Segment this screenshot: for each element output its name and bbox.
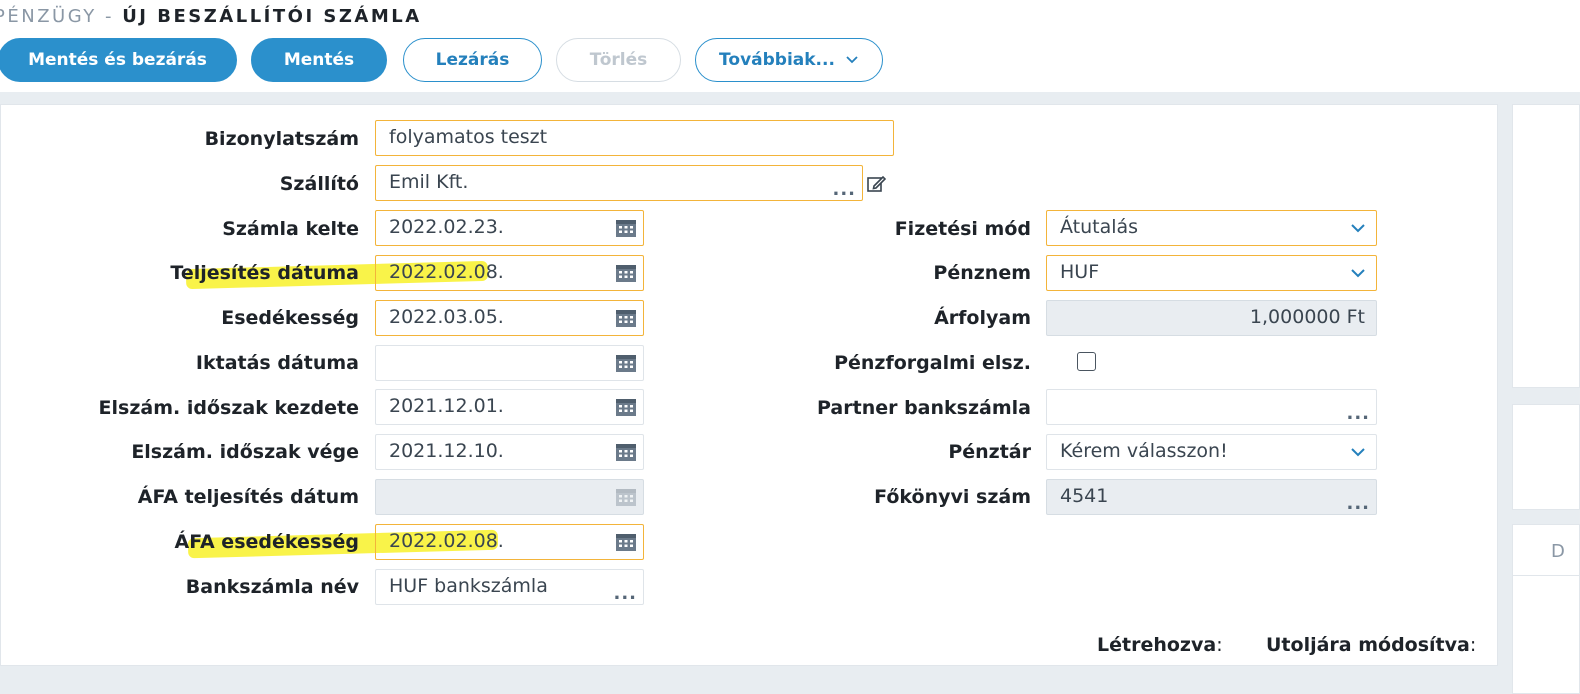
period-start-input[interactable]: 2021.12.01. (375, 389, 644, 425)
currency-select[interactable]: HUF (1046, 255, 1377, 291)
more-actions-label: Továbbiak... (719, 50, 835, 70)
period-start-value: 2021.12.01. (389, 395, 504, 417)
invoice-date-label: Számla kelte (222, 218, 359, 240)
save-and-close-label: Mentés és bezárás (28, 50, 207, 70)
save-label: Mentés (283, 50, 355, 70)
bank-account-lookup-icon[interactable]: ... (613, 585, 637, 603)
calendar-icon[interactable] (615, 353, 637, 373)
close-record-button[interactable]: Lezárás (403, 38, 542, 82)
chevron-down-icon (846, 56, 858, 64)
completion-date-value: 2022.02.08. (389, 261, 504, 283)
period-start-label: Elszám. időszak kezdete (98, 397, 359, 419)
page-title: ÚJ BESZÁLLÍTÓI SZÁMLA (122, 6, 422, 27)
completion-date-input[interactable]: 2022.02.08. (375, 255, 644, 291)
calendar-icon[interactable] (615, 397, 637, 417)
vat-due-label: ÁFA esedékesség (174, 531, 359, 553)
exchange-rate-value: 1,000000 Ft (1249, 306, 1365, 328)
cashbox-label: Pénztár (948, 441, 1031, 463)
cash-accounting-label: Pénzforgalmi elsz. (834, 352, 1031, 374)
calendar-icon[interactable] (615, 263, 637, 283)
ledger-lookup-icon[interactable]: ... (1346, 495, 1370, 513)
due-date-input[interactable]: 2022.03.05. (375, 300, 644, 336)
partner-bank-lookup-icon[interactable]: ... (1346, 405, 1370, 423)
delete-label: Törlés (589, 50, 648, 70)
payment-method-select[interactable]: Átutalás (1046, 210, 1377, 246)
ledger-number-label: Főkönyvi szám (874, 486, 1031, 508)
filing-date-label: Iktatás dátuma (195, 352, 359, 374)
cash-accounting-checkbox[interactable] (1077, 352, 1096, 371)
vat-completion-label: ÁFA teljesítés dátum (137, 486, 359, 508)
supplier-lookup-icon[interactable]: ... (832, 181, 856, 199)
chevron-down-icon (1351, 448, 1365, 457)
vat-due-input[interactable]: 2022.02.08. (375, 524, 644, 560)
bank-account-name-field[interactable]: HUF bankszámla ... (375, 569, 644, 605)
completion-date-label: Teljesítés dátuma (170, 262, 359, 284)
invoice-date-input[interactable]: 2022.02.23. (375, 210, 644, 246)
period-end-label: Elszám. időszak vége (131, 441, 359, 463)
ledger-number-field[interactable]: 4541 ... (1046, 479, 1377, 515)
due-date-value: 2022.03.05. (389, 306, 504, 328)
save-button[interactable]: Mentés (251, 38, 387, 82)
created-label: Létrehozva (1097, 634, 1217, 656)
filing-date-input[interactable] (375, 345, 644, 381)
exchange-rate-label: Árfolyam (934, 307, 1031, 329)
side-panel-divider (1513, 575, 1580, 576)
bank-account-name-value: HUF bankszámla (389, 575, 548, 597)
supplier-value: Emil Kft. (389, 171, 469, 193)
partner-bank-field[interactable]: ... (1046, 389, 1377, 425)
calendar-icon[interactable] (615, 442, 637, 462)
calendar-icon[interactable] (615, 308, 637, 328)
created-meta: Létrehozva: (1097, 634, 1223, 656)
period-end-value: 2021.12.10. (389, 440, 504, 462)
cashbox-value: Kérem válasszon! (1060, 440, 1228, 462)
doc-number-input[interactable]: folyamatos teszt (375, 120, 894, 156)
edit-supplier-icon[interactable] (866, 174, 886, 194)
bank-account-name-label: Bankszámla név (185, 576, 359, 598)
currency-value: HUF (1060, 261, 1100, 283)
chevron-down-icon (1351, 224, 1365, 233)
payment-method-label: Fizetési mód (894, 218, 1031, 240)
close-record-label: Lezárás (435, 50, 510, 70)
calendar-icon (616, 489, 636, 506)
supplier-field[interactable]: Emil Kft. ... (375, 165, 863, 201)
calendar-icon[interactable] (615, 532, 637, 552)
partner-bank-label: Partner bankszámla (817, 397, 1031, 419)
period-end-input[interactable]: 2021.12.10. (375, 434, 644, 470)
ledger-number-value: 4541 (1060, 485, 1109, 507)
side-panel-bottom: D (1512, 524, 1580, 694)
breadcrumb-section[interactable]: PÉNZÜGY - (0, 6, 122, 27)
save-and-close-button[interactable]: Mentés és bezárás (0, 38, 237, 82)
cashbox-select[interactable]: Kérem válasszon! (1046, 434, 1377, 470)
due-date-label: Esedékesség (221, 307, 359, 329)
modified-meta: Utoljára módosítva: (1266, 634, 1476, 656)
vat-completion-input[interactable] (375, 479, 644, 515)
invoice-date-value: 2022.02.23. (389, 216, 504, 238)
exchange-rate-input[interactable]: 1,000000 Ft (1046, 300, 1377, 336)
payment-method-value: Átutalás (1060, 216, 1139, 238)
top-bar: PÉNZÜGY - ÚJ BESZÁLLÍTÓI SZÁMLA Mentés é… (0, 0, 1580, 92)
side-panel-top (1512, 104, 1580, 388)
breadcrumb: PÉNZÜGY - ÚJ BESZÁLLÍTÓI SZÁMLA (0, 6, 422, 27)
doc-number-label: Bizonylatszám (204, 128, 359, 150)
vat-due-value: 2022.02.08. (389, 530, 504, 552)
side-panel-middle (1512, 404, 1580, 510)
doc-number-value: folyamatos teszt (389, 126, 548, 148)
supplier-label: Szállító (279, 173, 359, 195)
side-panel-letter: D (1551, 541, 1565, 562)
currency-label: Pénznem (933, 262, 1031, 284)
modified-label: Utoljára módosítva (1266, 634, 1470, 656)
more-actions-button[interactable]: Továbbiak... (695, 38, 883, 82)
modified-colon: : (1469, 634, 1477, 656)
chevron-down-icon (1351, 269, 1365, 278)
delete-button[interactable]: Törlés (556, 38, 681, 82)
calendar-icon[interactable] (615, 218, 637, 238)
created-colon: : (1216, 634, 1223, 656)
